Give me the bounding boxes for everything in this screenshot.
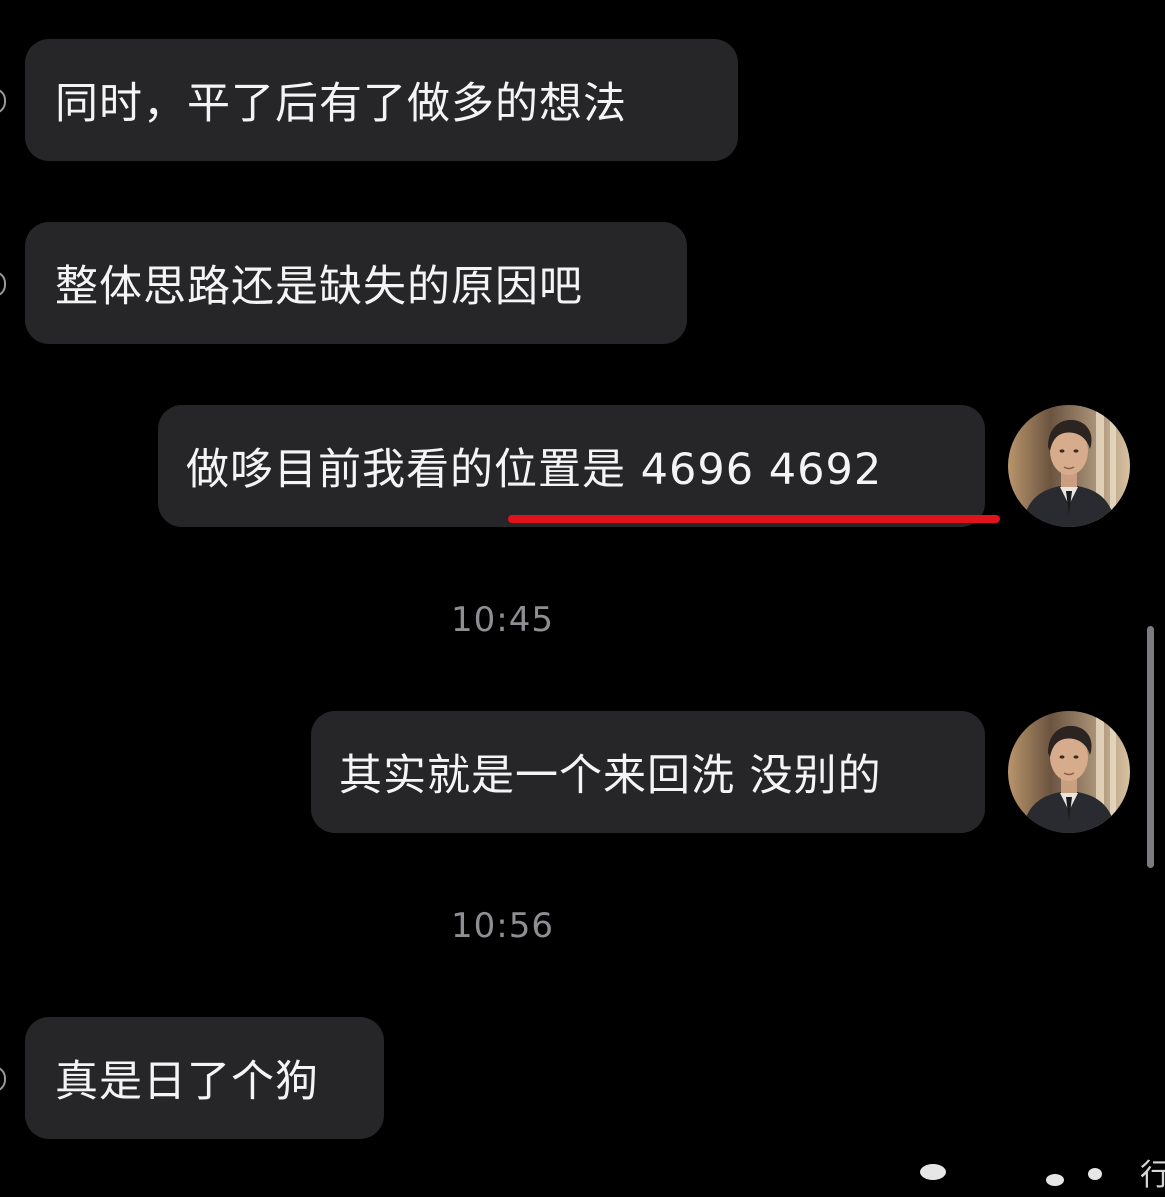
message-text: 整体思路还是缺失的原因吧 bbox=[55, 262, 583, 312]
portrait-avatar-icon bbox=[1008, 405, 1130, 527]
message-bubble-incoming[interactable]: 同时，平了后有了做多的想法 bbox=[25, 39, 738, 161]
chat-thread[interactable]: 同时，平了后有了做多的想法 整体思路还是缺失的原因吧 做哆目前我看的位置是 46… bbox=[0, 0, 1165, 1197]
message-text: 其实就是一个来回洗 没别的 bbox=[339, 751, 882, 801]
timestamp: 10:45 bbox=[451, 600, 554, 640]
message-text: 同时，平了后有了做多的想法 bbox=[55, 79, 627, 129]
contact-avatar-icon[interactable] bbox=[0, 88, 6, 114]
cropped-overlay bbox=[900, 1150, 1165, 1197]
message-bubble-incoming[interactable]: 整体思路还是缺失的原因吧 bbox=[25, 222, 687, 344]
highlight-underline bbox=[508, 515, 1000, 523]
message-bubble-outgoing[interactable]: 做哆目前我看的位置是 4696 4692 bbox=[158, 405, 985, 527]
contact-avatar-icon[interactable] bbox=[0, 271, 6, 297]
portrait-avatar-icon bbox=[1008, 711, 1130, 833]
message-text: 真是日了个狗 bbox=[55, 1057, 319, 1107]
message-bubble-incoming[interactable]: 真是日了个狗 bbox=[25, 1017, 384, 1139]
partial-edge-text: 行 bbox=[1140, 1158, 1165, 1193]
message-bubble-outgoing[interactable]: 其实就是一个来回洗 没别的 bbox=[311, 711, 985, 833]
contact-avatar-icon[interactable] bbox=[0, 1066, 6, 1092]
self-avatar[interactable] bbox=[1008, 711, 1130, 833]
scrollbar-thumb[interactable] bbox=[1147, 626, 1154, 868]
self-avatar[interactable] bbox=[1008, 405, 1130, 527]
timestamp: 10:56 bbox=[451, 906, 554, 946]
message-text: 做哆目前我看的位置是 4696 4692 bbox=[186, 445, 883, 495]
